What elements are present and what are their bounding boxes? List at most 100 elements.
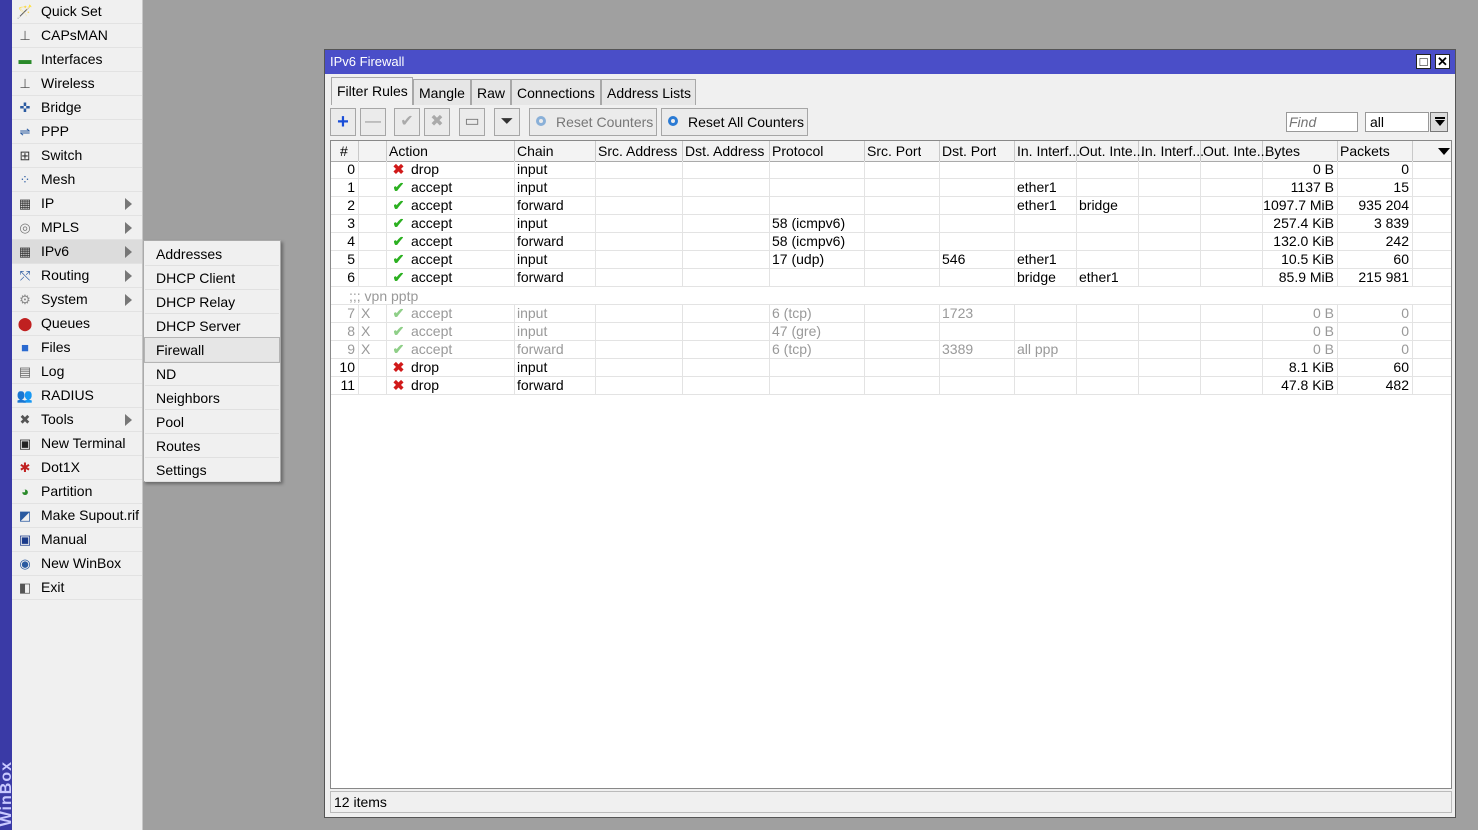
comment-button[interactable]: ▭ xyxy=(459,108,485,136)
add-button[interactable]: + xyxy=(330,108,356,136)
enable-button[interactable]: ✔ xyxy=(394,108,420,136)
table-row[interactable]: 10 ✖ drop input 8.1 KiB 60 xyxy=(331,359,1451,377)
submenu-item-neighbors[interactable]: Neighbors xyxy=(145,386,279,410)
menu-item-new-terminal[interactable]: ▣ New Terminal xyxy=(12,432,142,456)
table-row[interactable]: 0 ✖ drop input 0 B0 xyxy=(331,161,1451,179)
cell-packets: 60 xyxy=(1338,251,1413,269)
cell-out_if2 xyxy=(1201,197,1263,215)
filter-button[interactable]: ⏷ xyxy=(494,108,520,136)
menu-item-ppp[interactable]: ⇌ PPP xyxy=(12,120,142,144)
remove-button[interactable]: — xyxy=(360,108,386,136)
reset-counters-button[interactable]: Reset Counters xyxy=(529,108,657,136)
filter-select-value: all xyxy=(1370,114,1385,130)
menu-item-quick-set[interactable]: 🪄 Quick Set xyxy=(12,0,142,24)
column-header-flags[interactable] xyxy=(359,141,387,161)
menu-item-mesh[interactable]: ⁘ Mesh xyxy=(12,168,142,192)
menu-item-log[interactable]: ▤ Log xyxy=(12,360,142,384)
find-input[interactable] xyxy=(1289,114,1355,130)
table-row[interactable]: 5 ✔ accept input 17 (udp) 546 ether1 10.5 KiB 60 xyxy=(331,251,1451,269)
table-row[interactable]: 2 ✔ accept forward ether1 bridge 1097.7 MiB 935… xyxy=(331,197,1451,215)
menu-item-bridge[interactable]: ✜ Bridge xyxy=(12,96,142,120)
column-header-action[interactable]: Action xyxy=(387,141,515,161)
menu-item-partition[interactable]: ◕ Partition xyxy=(12,480,142,504)
submenu-item-dhcp-server[interactable]: DHCP Server xyxy=(145,314,279,338)
column-header-in-interf[interactable]: In. Interf... xyxy=(1139,141,1204,161)
cell-packets: 242 xyxy=(1338,233,1413,251)
column-header-protocol[interactable]: Protocol xyxy=(770,141,865,161)
item-count: 12 items xyxy=(334,794,387,810)
menu-item-mpls[interactable]: ◎ MPLS xyxy=(12,216,142,240)
tab-raw[interactable]: Raw xyxy=(471,79,511,105)
menu-item-ip[interactable]: ▦ IP xyxy=(12,192,142,216)
menu-item-dot1x[interactable]: ✱ Dot1X xyxy=(12,456,142,480)
tab-mangle[interactable]: Mangle xyxy=(413,79,471,105)
column-header-bytes[interactable]: Bytes xyxy=(1263,141,1338,161)
find-field[interactable] xyxy=(1286,112,1358,132)
action-label: accept xyxy=(411,323,453,339)
submenu-item-dhcp-relay[interactable]: DHCP Relay xyxy=(145,290,279,314)
cell-bytes: 1097.7 MiB xyxy=(1263,197,1338,215)
menu-item-switch[interactable]: ⊞ Switch xyxy=(12,144,142,168)
menu-item-label: RADIUS xyxy=(41,387,94,403)
menu-item-routing[interactable]: ⤲ Routing xyxy=(12,264,142,288)
column-header-out-inte[interactable]: Out. Inte... xyxy=(1201,141,1268,161)
column-header-src-address[interactable]: Src. Address xyxy=(596,141,683,161)
menu-item-queues[interactable]: ⬤ Queues xyxy=(12,312,142,336)
column-header-dst-port[interactable]: Dst. Port xyxy=(940,141,1015,161)
column-header-in-interf[interactable]: In. Interf... xyxy=(1015,141,1080,161)
menu-item-radius[interactable]: 👥 RADIUS xyxy=(12,384,142,408)
table-row[interactable]: 6 ✔ accept forward bridge ether1 85.9 MiB 215 9… xyxy=(331,269,1451,287)
submenu-item-addresses[interactable]: Addresses xyxy=(145,242,279,266)
cell-protocol: 58 (icmpv6) xyxy=(770,215,865,233)
menu-item-interfaces[interactable]: ▬ Interfaces xyxy=(12,48,142,72)
table-row[interactable]: 3 ✔ accept input 58 (icmpv6) 257.4 KiB 3 839 xyxy=(331,215,1451,233)
submenu-item-label: Pool xyxy=(156,414,185,430)
menu-item-ipv6[interactable]: ▦ IPv6 xyxy=(12,240,142,264)
filter-dropdown-button[interactable] xyxy=(1430,112,1448,132)
table-row[interactable]: 4 ✔ accept forward 58 (icmpv6) 132.0 KiB 242 xyxy=(331,233,1451,251)
table-row[interactable]: 11 ✖ drop forward 47.8 KiB 482 xyxy=(331,377,1451,395)
column-header-src-port[interactable]: Src. Port xyxy=(865,141,940,161)
column-header-dst-address[interactable]: Dst. Address xyxy=(683,141,770,161)
submenu-item-dhcp-client[interactable]: DHCP Client xyxy=(145,266,279,290)
tab-address-lists[interactable]: Address Lists xyxy=(601,79,696,105)
filter-select[interactable]: all xyxy=(1365,112,1429,132)
column-header-packets[interactable]: Packets xyxy=(1338,141,1413,161)
column-header-chain[interactable]: Chain xyxy=(515,141,596,161)
table-row[interactable]: 1 ✔ accept input ether1 1137 B 15 xyxy=(331,179,1451,197)
menu-item-capsman[interactable]: ⊥ CAPsMAN xyxy=(12,24,142,48)
submenu-item-settings[interactable]: Settings xyxy=(145,458,279,482)
maximize-button[interactable]: □ xyxy=(1416,54,1431,69)
table-row[interactable]: 8 X ✔ accept input 47 (gre) 0 B0 xyxy=(331,323,1451,341)
disable-button[interactable]: ✖ xyxy=(424,108,450,136)
menu-item-manual[interactable]: ▣ Manual xyxy=(12,528,142,552)
reset-all-counters-button[interactable]: Reset All Counters xyxy=(661,108,808,136)
menu-item-new-winbox[interactable]: ◉ New WinBox xyxy=(12,552,142,576)
menu-item-files[interactable]: ■ Files xyxy=(12,336,142,360)
menu-item-wireless[interactable]: ⊥ Wireless xyxy=(12,72,142,96)
interfaces-icon: ▬ xyxy=(18,52,32,67)
submenu-item-pool[interactable]: Pool xyxy=(145,410,279,434)
close-button[interactable]: ✕ xyxy=(1435,54,1450,69)
submenu-item-nd[interactable]: ND xyxy=(145,362,279,386)
column-header-flags[interactable]: # xyxy=(331,141,359,161)
column-header-out-inte[interactable]: Out. Inte... xyxy=(1077,141,1144,161)
table-row[interactable]: 9 X ✔ accept forward 6 (tcp) 3389 all ppp 0 B0 xyxy=(331,341,1451,359)
window-titlebar[interactable]: IPv6 Firewall □ ✕ xyxy=(325,50,1455,74)
tab-filter-rules[interactable]: Filter Rules xyxy=(331,77,413,105)
menu-item-tools[interactable]: ✖ Tools xyxy=(12,408,142,432)
tools-icon: ✖ xyxy=(19,412,31,427)
submenu-item-firewall[interactable]: Firewall xyxy=(144,337,280,363)
cell-protocol: 17 (udp) xyxy=(770,251,865,269)
table-row[interactable]: 7 X ✔ accept input 6 (tcp) 1723 0 B0 xyxy=(331,305,1451,323)
submenu-item-routes[interactable]: Routes xyxy=(145,434,279,458)
menu-item-make-supout-rif[interactable]: ◩ Make Supout.rif xyxy=(12,504,142,528)
comment-row[interactable]: ;;; vpn pptp xyxy=(331,287,1451,305)
cell-src xyxy=(596,305,683,323)
cell-src_port xyxy=(865,161,940,179)
column-menu-chevron-icon[interactable] xyxy=(1438,148,1450,155)
menu-item-system[interactable]: ⚙ System xyxy=(12,288,142,312)
tab-connections[interactable]: Connections xyxy=(511,79,601,105)
cell-packets: 215 981 xyxy=(1338,269,1413,287)
menu-item-exit[interactable]: ◧ Exit xyxy=(12,576,142,600)
